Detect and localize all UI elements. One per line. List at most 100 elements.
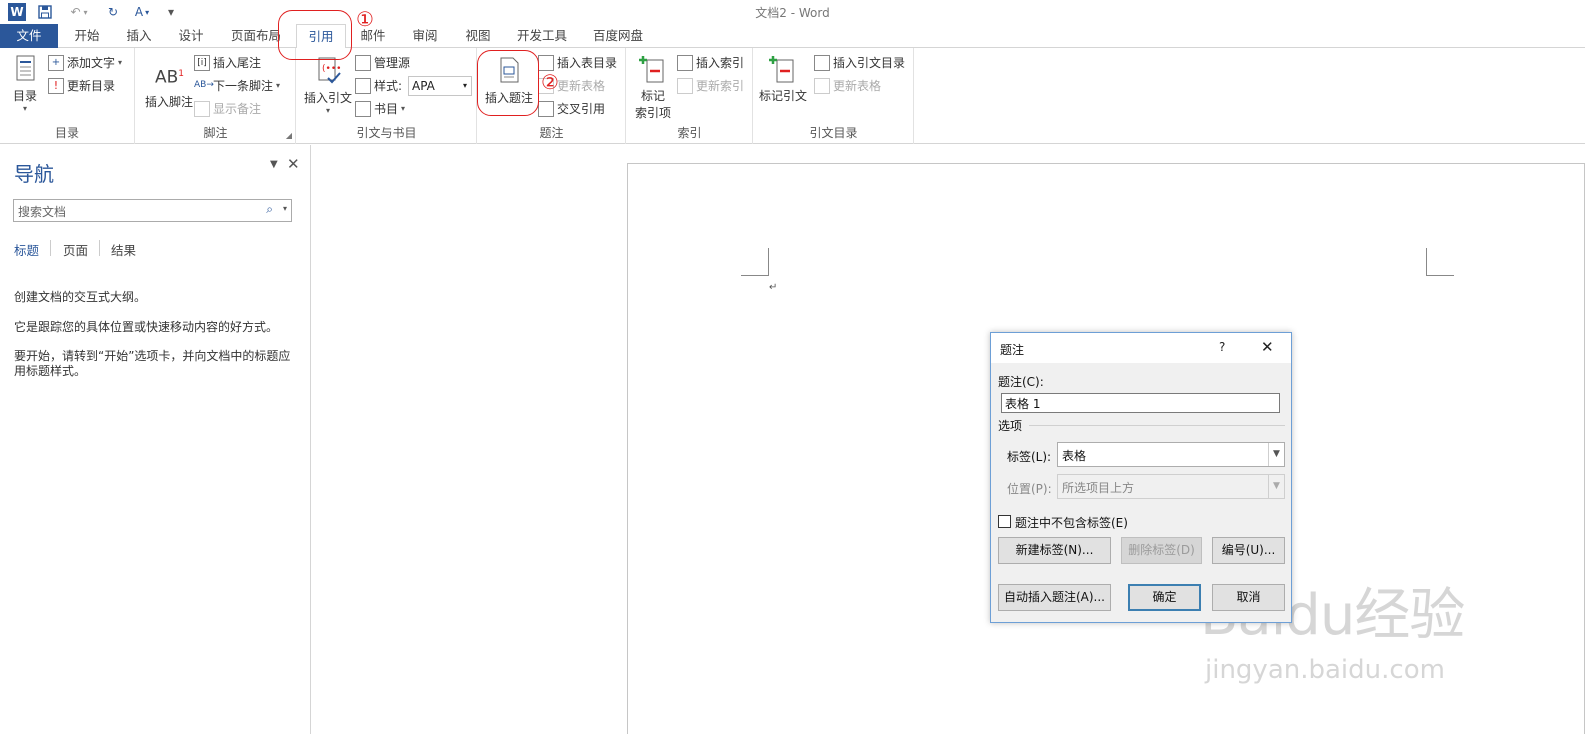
label-select[interactable]: 表格 ▼ [1057,442,1285,467]
chevron-down-icon[interactable]: ▼ [1268,443,1284,466]
tab-home[interactable]: 开始 [64,24,110,48]
nav-tab-pages[interactable]: 页面 [63,240,88,259]
insert-citation-button[interactable]: (•••) 插入引文▾ [301,56,355,115]
annotation-number-one: ① [356,7,374,31]
citation-style-select[interactable]: APA ▾ [408,76,472,96]
tab-design[interactable]: 设计 [168,24,214,48]
label-field-label: 标签(L): [1007,450,1052,464]
search-icon[interactable]: ⌕ [266,202,273,217]
next-footnote-button[interactable]: AB→ 下一条脚注 ▾ [194,76,280,96]
update-index-icon [677,78,693,94]
tab-developer[interactable]: 开发工具 [510,24,574,48]
insert-toa-button[interactable]: 插入引文目录 [814,53,905,73]
add-text-icon: + [48,55,64,71]
insert-index-icon [677,55,693,71]
bibliography-button[interactable]: 书目 ▾ [355,99,405,119]
nav-tab-headings[interactable]: 标题 [14,240,39,259]
group-label-index: 索引 [677,126,702,140]
show-notes-button[interactable]: 显示备注 [194,99,261,119]
footnote-dialog-launcher[interactable]: ◢ [286,131,292,140]
new-label-button[interactable]: 新建标签(N)... [998,537,1111,564]
paragraph-mark: ↵ [769,282,778,293]
annotation-number-two: ② [541,70,559,94]
nav-search-input[interactable]: 搜索文档 ⌕ ▾ [13,199,292,222]
group-index: 标记 索引项 插入索引 更新索引 索引 [627,48,753,144]
position-select[interactable]: 所选项目上方 ▼ [1057,474,1285,499]
style-icon [355,78,371,94]
navigation-pane: 导航 ▼ ✕ 搜索文档 ⌕ ▾ 标题 页面 结果 创建文档的交互式大纲。 它是跟… [0,145,311,734]
caption-dialog: 题注 ? ✕ 题注(C): 表格 1 选项 标签(L): 表格 ▼ 位置(P):… [990,332,1292,623]
nav-close-icon[interactable]: ✕ [287,155,300,173]
options-section-label: 选项 [998,419,1023,433]
manage-sources-button[interactable]: 管理源 [355,53,410,73]
endnote-icon: [i] [194,55,210,71]
citation-icon: (•••) [318,57,342,84]
ok-button[interactable]: 确定 [1128,584,1201,611]
group-label-footnotes: 脚注 [203,126,228,140]
help-icon[interactable]: ? [1219,340,1225,354]
window-title: 文档2 - Word [755,6,830,20]
group-label-toc: 目录 [54,126,79,140]
bibliography-icon [355,101,371,117]
update-toc-icon: ! [48,78,64,94]
exclude-label-text: 题注中不包含标签(E) [1015,516,1128,530]
autocaption-button[interactable]: 自动插入题注(A)... [998,584,1111,611]
show-notes-icon [194,101,210,117]
tab-file[interactable]: 文件 [0,24,58,48]
group-label-authorities: 引文目录 [809,126,858,140]
nav-tab-divider [99,240,100,256]
title-bar: W ↶ ▾ ↻ A ▾ ▾ 文档2 - Word [0,0,1585,24]
insert-toa-icon [814,55,830,71]
numbering-button[interactable]: 编号(U)... [1212,537,1285,564]
nav-title: 导航 [14,162,54,186]
update-toa-button[interactable]: 更新表格 [814,76,881,96]
exclude-label-checkbox[interactable] [998,515,1011,528]
mark-citation-button[interactable]: 标记引文 [758,54,808,104]
insert-endnote-button[interactable]: [i] 插入尾注 [194,53,261,73]
cross-reference-button[interactable]: 交叉引用 [538,99,605,119]
dialog-titlebar: 题注 ? ✕ [991,333,1291,363]
dialog-title: 题注 [1000,343,1025,357]
ribbon: 目录 ▾ + 添加文字 ▾ ! 更新目录 目录 AB1 插入脚注 [i] 插入尾注 … [0,48,1585,144]
tab-insert[interactable]: 插入 [116,24,162,48]
mark-entry-button[interactable]: 标记 索引项 [631,54,675,121]
update-toc-button[interactable]: ! 更新目录 [48,76,115,96]
mark-entry-icon [639,56,664,83]
group-footnotes: AB1 插入脚注 [i] 插入尾注 AB→ 下一条脚注 ▾ 显示备注 脚注 ◢ [136,48,296,144]
toc-button[interactable]: 目录 ▾ [6,54,44,113]
footnote-icon: AB1 [155,67,185,88]
caption-input[interactable]: 表格 1 [1001,393,1280,413]
update-index-button[interactable]: 更新索引 [677,76,744,96]
insert-footnote-button[interactable]: AB1 插入脚注 [140,60,198,110]
group-citations: (•••) 插入引文▾ 管理源 样式: APA▾ 书目▾ 引文与书目 [297,48,477,144]
group-label-captions: 题注 [539,126,564,140]
ribbon-tabs: 文件 开始 插入 设计 页面布局 引用 邮件 审阅 视图 开发工具 百度网盘 [0,24,1585,49]
search-dropdown-icon[interactable]: ▾ [283,204,287,213]
tab-review[interactable]: 审阅 [402,24,448,48]
margin-corner-left [741,248,769,276]
group-label-citations: 引文与书目 [356,126,417,140]
tab-baidu-netdisk[interactable]: 百度网盘 [585,24,651,48]
add-text-button[interactable]: + 添加文字 ▾ [48,53,122,73]
group-toc: 目录 ▾ + 添加文字 ▾ ! 更新目录 目录 [0,48,135,144]
close-icon[interactable]: ✕ [1261,338,1274,356]
nav-help-text-3: 要开始，请转到“开始”选项卡，并向文档中的标题应用标题样式。 [14,349,291,378]
nav-help-text-1: 创建文档的交互式大纲。 [14,290,147,304]
group-authorities: 标记引文 插入引文目录 更新表格 引文目录 [754,48,914,144]
nav-tab-results[interactable]: 结果 [111,240,136,259]
annotation-circle-references-tab [278,10,352,60]
insert-index-button[interactable]: 插入索引 [677,53,744,73]
annotation-circle-insert-caption [477,50,539,116]
tab-view[interactable]: 视图 [455,24,501,48]
nav-options-icon[interactable]: ▼ [270,159,278,170]
chevron-down-icon[interactable]: ▼ [1268,475,1284,498]
position-field-label: 位置(P): [1007,482,1052,496]
nav-help-text-2: 它是跟踪您的具体位置或快速移动内容的好方式。 [14,320,279,334]
mark-citation-icon [769,56,794,83]
toc-icon [16,55,35,81]
cancel-button[interactable]: 取消 [1212,584,1285,611]
table-of-figures-icon [538,55,554,71]
manage-sources-icon [355,55,371,71]
style-label: 样式: [355,76,402,96]
delete-label-button[interactable]: 删除标签(D) [1121,537,1202,564]
